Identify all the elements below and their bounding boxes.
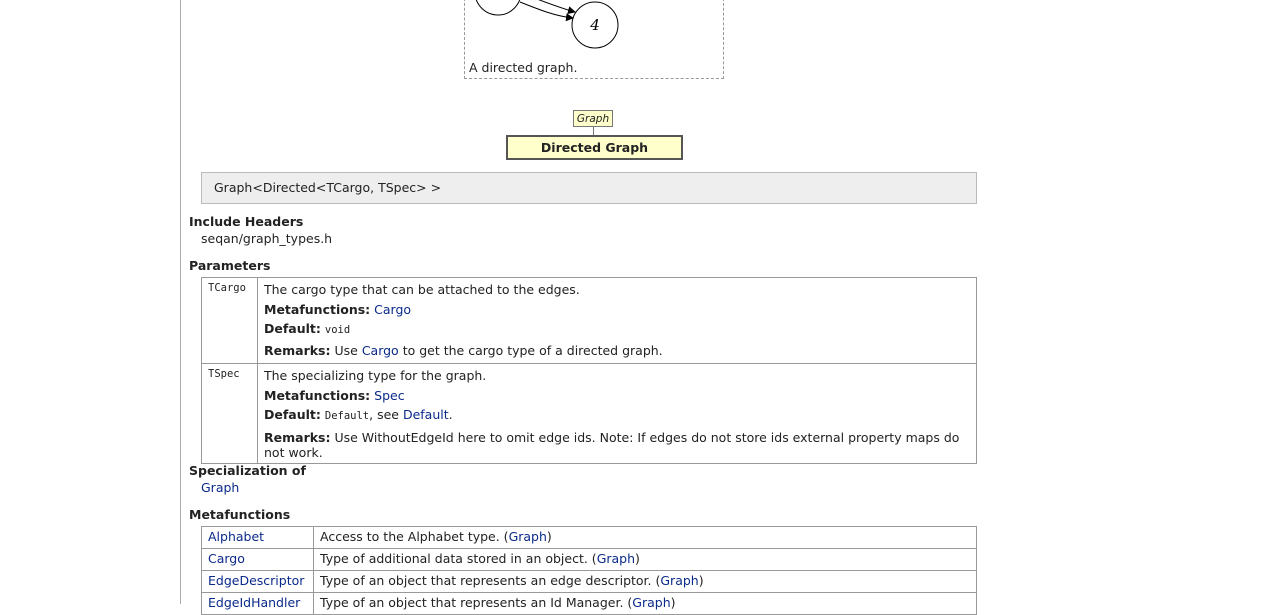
metafunction-description: Type of additional data stored in an obj… [320, 551, 597, 566]
remarks-text: to get the cargo type of a directed grap… [402, 342, 663, 358]
graph-link[interactable]: Graph [201, 480, 239, 495]
hierarchy-connector [593, 127, 594, 135]
paren: ) [546, 529, 552, 544]
figure-caption: A directed graph. [469, 60, 578, 75]
graph-link[interactable]: Graph [509, 529, 547, 544]
metafunctions-table: Alphabet Access to the Alphabet type. (G… [201, 526, 977, 615]
parameter-description: The cargo type that can be attached to t… [264, 282, 580, 297]
paren: ) [670, 595, 676, 610]
parameter-name: TSpec [202, 364, 258, 463]
cargo-link[interactable]: Cargo [208, 551, 245, 566]
remarks-text: Use [334, 342, 358, 358]
graph-link[interactable]: Graph [632, 595, 670, 610]
graph-figure: 4 A directed graph. [464, 0, 724, 79]
period: . [448, 407, 453, 422]
parameter-row-tspec: TSpec The specializing type for the grap… [202, 364, 976, 463]
metafunctions-label: Metafunctions: [264, 387, 371, 403]
paren: ) [635, 551, 640, 566]
class-name-box: Directed Graph [506, 135, 683, 160]
remarks-label: Remarks: [264, 342, 331, 358]
cargo-link[interactable]: Cargo [362, 343, 399, 358]
cargo-link[interactable]: Cargo [374, 302, 411, 317]
metafunction-description: Type of an object that represents an edg… [320, 573, 661, 588]
table-row: EdgeIdHandler Type of an object that rep… [202, 593, 976, 615]
spec-link[interactable]: Spec [374, 388, 404, 403]
graph-node [475, 0, 521, 16]
default-label: Default: [264, 407, 321, 422]
edge-descriptor-link[interactable]: EdgeDescriptor [208, 573, 304, 588]
metafunction-description: Type of an object that represents an Id … [320, 595, 633, 610]
graph-link[interactable]: Graph [660, 573, 698, 588]
remarks-text: Use WithoutEdgeId here to omit edge ids.… [264, 429, 960, 460]
default-link[interactable]: Default [403, 407, 449, 422]
metafunctions-label: Metafunctions: [264, 301, 371, 317]
default-label: Default: [264, 321, 321, 336]
content-left-border [180, 0, 181, 604]
parameter-name: TCargo [202, 278, 258, 363]
table-row: Alphabet Access to the Alphabet type. (G… [202, 527, 976, 549]
see-text: , see [369, 407, 399, 422]
parameters-title: Parameters [189, 258, 271, 273]
include-headers-title: Include Headers [189, 214, 304, 229]
metafunctions-title: Metafunctions [189, 507, 291, 522]
default-value: Default [324, 410, 370, 422]
table-row: EdgeDescriptor Type of an object that re… [202, 571, 976, 593]
include-header-value: seqan/graph_types.h [201, 231, 333, 246]
remarks-label: Remarks: [264, 429, 331, 445]
directed-graph-illustration: 4 [475, 0, 619, 49]
graph-link[interactable]: Graph [597, 551, 635, 566]
parameter-row-tcargo: TCargo The cargo type that can be attach… [202, 278, 976, 364]
edge-id-handler-link[interactable]: EdgeIdHandler [208, 595, 300, 610]
class-signature: Graph<Directed<TCargo, TSpec> > [201, 172, 977, 204]
parameters-table: TCargo The cargo type that can be attach… [201, 277, 977, 464]
paren: ) [698, 573, 704, 588]
node-label: 4 [589, 16, 600, 34]
alphabet-link[interactable]: Alphabet [208, 529, 264, 544]
graph-edge [519, 1, 574, 22]
default-value: void [324, 324, 351, 336]
table-row: Cargo Type of additional data stored in … [202, 549, 976, 571]
specialization-title: Specialization of [189, 463, 306, 478]
graph-edge [538, 0, 576, 15]
parent-class-badge[interactable]: Graph [573, 110, 613, 127]
metafunction-description: Access to the Alphabet type. ( [320, 529, 509, 544]
parameter-description: The specializing type for the graph. [264, 368, 487, 383]
